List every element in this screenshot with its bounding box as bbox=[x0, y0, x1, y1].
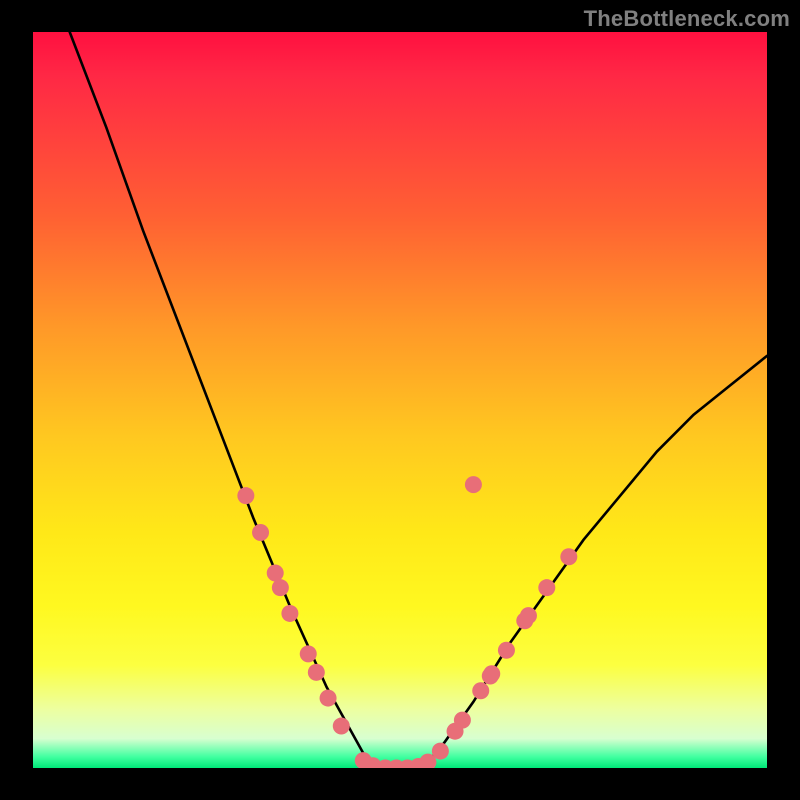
chart-marker bbox=[498, 642, 515, 659]
chart-marker bbox=[272, 579, 289, 596]
chart-marker bbox=[538, 579, 555, 596]
chart-marker bbox=[237, 487, 254, 504]
chart-marker bbox=[454, 712, 471, 729]
chart-marker bbox=[252, 524, 269, 541]
chart-markers bbox=[237, 476, 577, 768]
chart-marker bbox=[432, 743, 449, 760]
chart-marker bbox=[465, 476, 482, 493]
chart-marker bbox=[320, 690, 337, 707]
bottleneck-curve bbox=[70, 32, 767, 768]
chart-marker bbox=[333, 718, 350, 735]
chart-marker bbox=[472, 682, 489, 699]
watermark-text: TheBottleneck.com bbox=[584, 6, 790, 32]
chart-marker bbox=[520, 607, 537, 624]
chart-overlay bbox=[33, 32, 767, 768]
chart-marker bbox=[267, 564, 284, 581]
chart-marker bbox=[560, 548, 577, 565]
chart-marker bbox=[281, 605, 298, 622]
chart-marker bbox=[483, 665, 500, 682]
chart-marker bbox=[300, 645, 317, 662]
chart-marker bbox=[308, 664, 325, 681]
